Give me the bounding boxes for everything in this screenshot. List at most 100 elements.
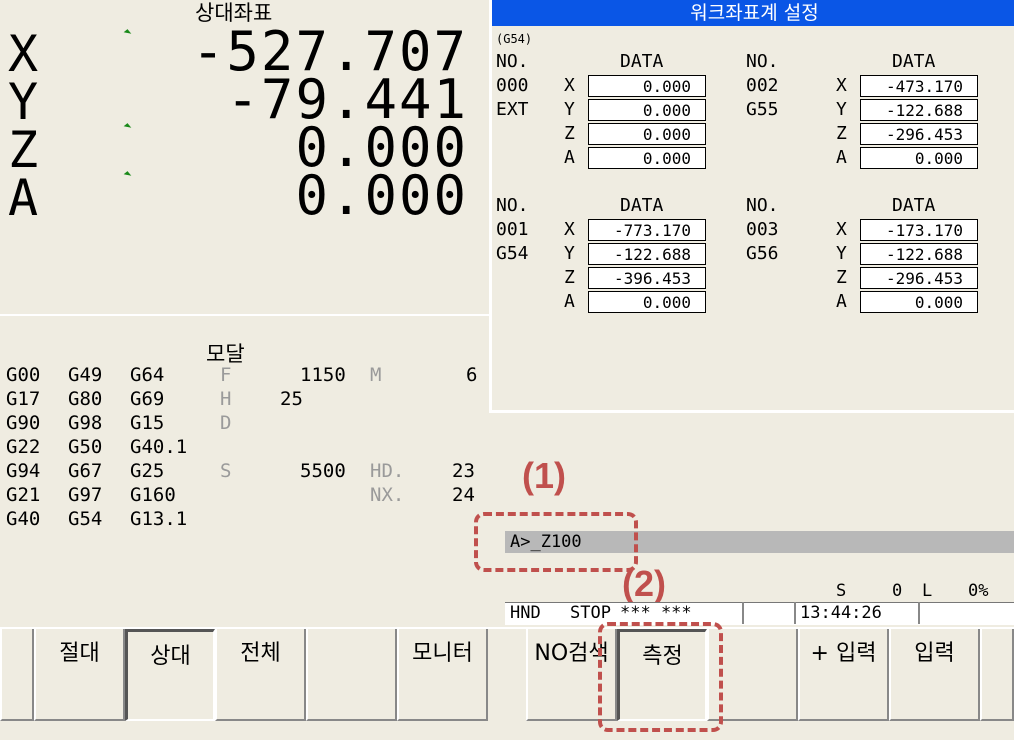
- annotation-box-1: [474, 512, 638, 572]
- axis-y-label: Y: [836, 99, 847, 120]
- axis-y-label: Y: [564, 243, 575, 264]
- axis-x-label: X: [836, 75, 847, 96]
- no-header: NO.: [496, 51, 529, 72]
- offset-no: 003: [746, 219, 779, 240]
- softkey-all[interactable]: 전체: [215, 629, 306, 721]
- modal-code: G40.1: [130, 436, 188, 458]
- softkey-input[interactable]: 입력: [889, 629, 980, 721]
- work-coordinate-title: 워크좌표계 설정: [492, 0, 1014, 26]
- data-header: DATA: [892, 195, 936, 216]
- modal-code: G13.1: [130, 508, 188, 530]
- spindle-value: 5500: [300, 460, 346, 482]
- softkey-right-arrow[interactable]: [980, 629, 1014, 721]
- axis-a-label: A: [564, 147, 575, 168]
- offset-value-field[interactable]: 0.000: [588, 75, 706, 97]
- axis-value-a: 0.000: [295, 164, 468, 227]
- data-header: DATA: [620, 51, 664, 72]
- offset-value-field[interactable]: -296.453: [860, 123, 978, 145]
- modal-code: G90: [6, 412, 41, 434]
- modal-code: G64: [130, 364, 165, 386]
- m-code-label: M: [370, 364, 382, 386]
- data-header: DATA: [892, 51, 936, 72]
- no-header: NO.: [496, 195, 529, 216]
- annotation-label-2: (2): [622, 563, 666, 604]
- data-header: DATA: [620, 195, 664, 216]
- modal-code: G17: [6, 388, 41, 410]
- d-label: D: [220, 412, 232, 434]
- softkey-relative[interactable]: 상대: [125, 629, 215, 721]
- marker-icon: [123, 123, 132, 131]
- modal-code: G50: [68, 436, 103, 458]
- modal-code: G25: [130, 460, 165, 482]
- axis-a-label: A: [836, 147, 847, 168]
- axis-x-label: X: [564, 75, 575, 96]
- offset-value-field[interactable]: -122.688: [588, 243, 706, 265]
- status-l-value: 0%: [968, 581, 989, 601]
- axis-z-label: Z: [836, 123, 847, 144]
- h-value: 25: [280, 388, 303, 410]
- modal-code: G94: [6, 460, 41, 482]
- offset-value-field[interactable]: -122.688: [860, 243, 978, 265]
- offset-value-field[interactable]: -473.170: [860, 75, 978, 97]
- no-header: NO.: [746, 51, 779, 72]
- softkey-plus-input[interactable]: + 입력: [798, 629, 889, 721]
- offset-no: 000: [496, 75, 529, 96]
- no-header: NO.: [746, 195, 779, 216]
- axis-label-a: A: [8, 169, 39, 227]
- axis-y-label: Y: [564, 99, 575, 120]
- axis-y-label: Y: [836, 243, 847, 264]
- annotation-box-2: [598, 622, 723, 732]
- axis-a-label: A: [836, 291, 847, 312]
- feed-value: 1150: [300, 364, 346, 386]
- axis-x-label: X: [836, 219, 847, 240]
- modal-code: G54: [68, 508, 103, 530]
- offset-value-field[interactable]: 0.000: [588, 291, 706, 313]
- offset-code: EXT: [496, 99, 529, 120]
- offset-value-field[interactable]: -773.170: [588, 219, 706, 241]
- modal-code: G21: [6, 484, 41, 506]
- modal-code: G98: [68, 412, 103, 434]
- offset-no: 001: [496, 219, 529, 240]
- annotation-label-1: (1): [522, 455, 566, 496]
- modal-code: G15: [130, 412, 165, 434]
- modal-code: G160: [130, 484, 176, 506]
- modal-code: G00: [6, 364, 41, 386]
- hd-value: 23: [452, 460, 475, 482]
- offset-value-field[interactable]: 0.000: [588, 147, 706, 169]
- modal-code: G67: [68, 460, 103, 482]
- offset-value-field[interactable]: -396.453: [588, 267, 706, 289]
- status-divider: [918, 602, 920, 624]
- modal-code: G22: [6, 436, 41, 458]
- status-divider: [794, 602, 796, 624]
- offset-value-field[interactable]: 0.000: [860, 147, 978, 169]
- modal-code: G80: [68, 388, 103, 410]
- hd-label: HD.: [370, 460, 405, 482]
- marker-icon: [123, 29, 132, 37]
- offset-value-field[interactable]: 0.000: [860, 291, 978, 313]
- axis-z-label: Z: [564, 123, 575, 144]
- spindle-label: S: [220, 460, 232, 482]
- axis-z-label: Z: [836, 267, 847, 288]
- softkey-blank-1[interactable]: [306, 629, 397, 721]
- nx-value: 24: [452, 484, 475, 506]
- softkey-monitor[interactable]: 모니터: [397, 629, 488, 721]
- offset-value-field[interactable]: -173.170: [860, 219, 978, 241]
- modal-code: G49: [68, 364, 103, 386]
- marker-icon: [123, 171, 132, 179]
- mode-status: HND: [510, 603, 541, 623]
- softkey-left-arrow[interactable]: [0, 629, 34, 721]
- clock: 13:44:26: [800, 603, 882, 623]
- offset-no: 002: [746, 75, 779, 96]
- current-offset-label: (G54): [496, 32, 533, 46]
- offset-value-field[interactable]: 0.000: [588, 123, 706, 145]
- axis-x-label: X: [564, 219, 575, 240]
- alarm-status: *** ***: [620, 603, 692, 623]
- offset-code: G56: [746, 243, 779, 264]
- work-coordinate-panel: 워크좌표계 설정 (G54) NO. DATA 000 EXT X Y Z A …: [489, 0, 1014, 413]
- offset-value-field[interactable]: -122.688: [860, 99, 978, 121]
- axis-a-label: A: [564, 291, 575, 312]
- softkey-absolute[interactable]: 절대: [34, 629, 125, 721]
- offset-value-field[interactable]: 0.000: [588, 99, 706, 121]
- nx-label: NX.: [370, 484, 405, 506]
- offset-value-field[interactable]: -296.453: [860, 267, 978, 289]
